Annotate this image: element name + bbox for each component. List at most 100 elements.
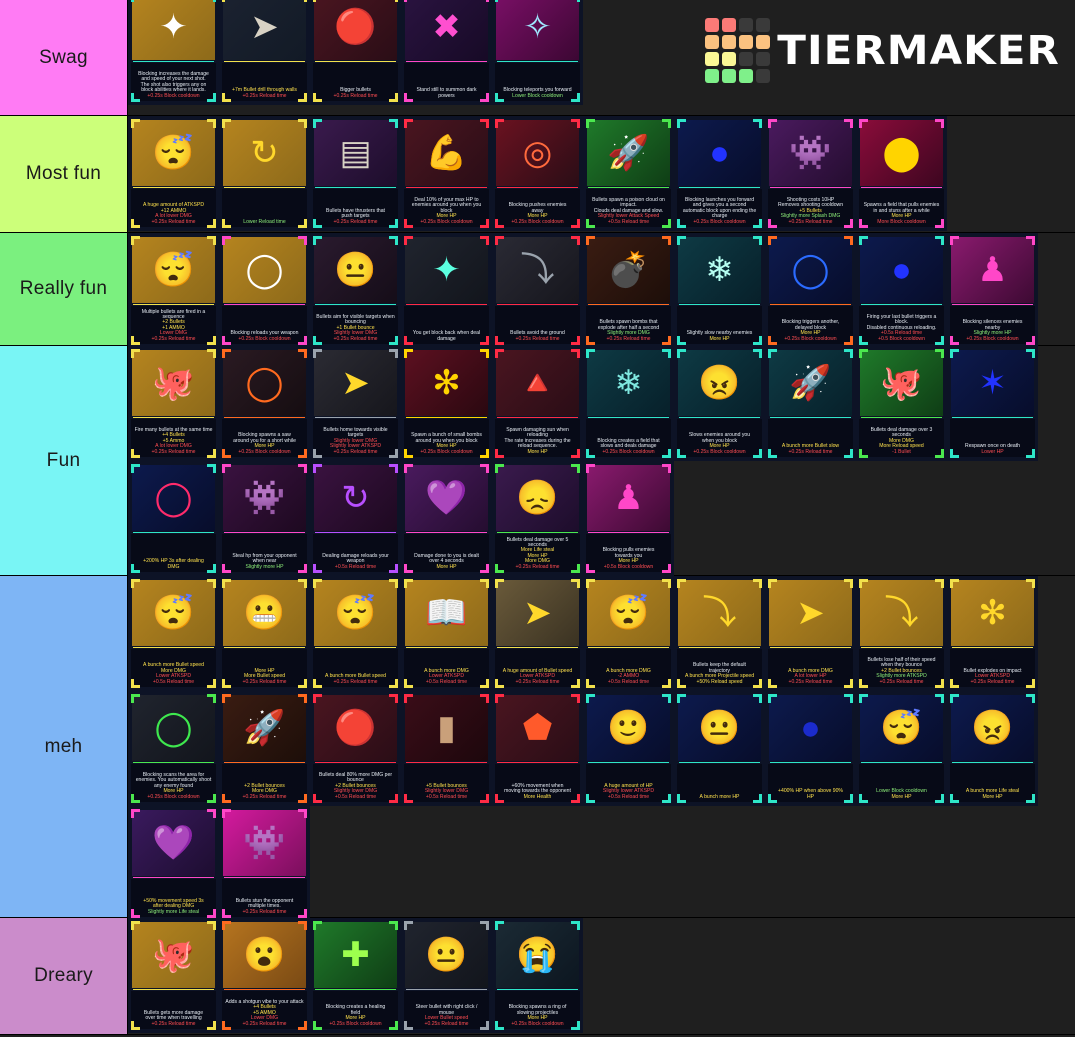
tier-item-card[interactable]: PERSEVERENCE●+400% HP when above 90%HP [765,691,856,806]
tier-item-card[interactable]: RELOAD BLOCK◯Blocking reloads your weapo… [219,233,310,348]
tier-item-card[interactable]: SUPERNOVA⬤Spawns a field that pulls enem… [856,116,947,231]
tier-item-card[interactable]: TELEPORT✧Blocking teleports you forwardL… [492,0,583,105]
tier-item-card[interactable]: FAST FORWARD⤵Bullets keep the defaulttra… [674,576,765,691]
tier-item-card[interactable]: BUCKSHOT😮Adds a shotgun vibe to your att… [219,918,310,1033]
tier-item-card[interactable]: HOMING➤Bullets home towards visibletarge… [310,346,401,461]
card-divider [679,417,760,418]
tier-item-card[interactable]: THICK😐A bunch more HP [674,691,765,806]
logo-cell-11 [755,52,770,66]
card-art-icon: ◯ [154,709,193,747]
card-artwork: ✖ [405,0,488,60]
tier-cards-area[interactable]: SPRAY😴A huge amount of ATKSPD+12 AMMOA l… [128,116,1075,232]
tier-item-card[interactable]: DEMONIC PACT👾Shooting costs 10HPRemoves … [765,116,856,231]
tier-item-card[interactable]: RICOCHET⤵Bullets lose half of their spee… [856,576,947,691]
tier-item-card[interactable]: THRUSTER▤Bullets have thrusters thatpush… [310,116,401,231]
card-art-icon: ◯ [245,251,284,289]
tier-item-card[interactable]: SLOW RING😭Blocking spawns a ring ofslowi… [492,918,583,1033]
card-artwork: 🚀 [223,695,306,761]
tier-item-card[interactable]: OVERHEAL◯+200% HP 3s after dealingDMG [128,461,219,576]
tier-item-card[interactable]: TOUGH😬More HPMore Bullet speed+0.25s Rel… [219,576,310,691]
tier-item-card[interactable]: HEAVY😴A bunch more DMG-2 AMMO+0.5s Reloa… [583,576,674,691]
tier-row: Really funBURST😴Multiple bullets are fir… [0,233,1075,348]
tier-item-card[interactable]: SPRAY😴A huge amount of ATKSPD+12 AMMOA l… [128,116,219,231]
card-divider [497,61,578,62]
tier-item-card[interactable]: HEALING FIELD✚Blocking creates a healing… [310,918,401,1033]
tier-item-card[interactable]: RICOCHET DMG🔴Bullets deal 80% more DMG p… [310,691,401,806]
tier-item-card[interactable]: VAMPIRE👾Steal hp from your opponentwhen … [219,461,310,576]
tier-item-card[interactable]: GRAVITY⤵Bullets avoid the ground+0.25s R… [492,233,583,348]
tier-item-card[interactable]: LAST BLOCK●Firing your last bullet trigg… [856,233,947,348]
tier-item-card[interactable]: LIFE STEAL😠A bunch more Life stealMore H… [947,691,1038,806]
card-description-line: +0.5s Reload time [607,218,650,225]
tier-item-card[interactable]: SILENCE♟Blocking silences enemiesnearbyS… [947,233,1038,348]
tier-item-card[interactable]: SNIPER➤A huge amount of Bullet speedLowe… [492,576,583,691]
tier-item-card[interactable]: COLD BULLETS🚀A bunch more Bullet slow+0.… [765,346,856,461]
tier-label-meh[interactable]: meh [0,576,128,917]
tier-item-card[interactable]: PHOENIX✶Respawn once on deathLower HP [947,346,1038,461]
card-description: Blocking triggers another, delayed block M… [768,306,853,344]
tier-item-card[interactable]: DRILL AMMO➤+7m Bullet drill through wall… [219,0,310,105]
card-description-line: +0.25s Reload time [515,563,560,570]
tier-item-card[interactable]: CAREFUL PLANNING📖A bunch more DMGLower A… [401,576,492,691]
tier-item-card[interactable]: DEFENDER😴Lower Block cooldownMore HP [856,691,947,806]
tier-item-card[interactable]: DELAY💜Damage done to you is dealtover 4 … [401,461,492,576]
tier-cards-area[interactable]: WIND UP😴A bunch more Bullet speedMore DM… [128,576,1075,921]
tier-item-card[interactable]: GLASS CANNON➤A bunch more DMGA lot lower… [765,576,856,691]
card-artwork: ⬤ [860,120,943,186]
tier-item-card[interactable]: BIG BULLET🔴Bigger bullets+0.25s Reload t… [310,0,401,105]
tier-item-card[interactable]: QUICK SHOT😴A bunch more Bullet speed+0.2… [310,576,401,691]
tier-cards-area[interactable]: GROW🐙Bullets gets more damageover time w… [128,918,1075,1034]
tier-item-card[interactable]: BOMBS💣Bullets spawn bombs thatexplode af… [583,233,674,348]
tier-item-card[interactable]: REFRESH✦You get block back when dealdama… [401,233,492,348]
tier-item-card[interactable]: FREEZE❄Slightly slow nearby enemiesMore … [674,233,765,348]
tier-item-card[interactable]: RECHARGE↻Dealing damage reloads yourweap… [310,461,401,576]
tier-label-swag[interactable]: Swag [0,0,128,115]
tier-item-card[interactable]: SHOTGUN🐙Fire many bullets at the same ti… [128,346,219,461]
tier-label-dreary[interactable]: Dreary [0,918,128,1034]
tier-cards-area[interactable]: SHOTGUN🐙Fire many bullets at the same ti… [128,346,1075,576]
card-description-line: powers [438,92,455,99]
tier-label-most-fun[interactable]: Most fun [0,116,128,232]
tier-item-card[interactable]: BLACK HOLE♟Blocking pulls enemiestowards… [583,461,674,576]
tier-item-card[interactable]: SPEEDY⬟+60% movement whenmoving towards … [492,691,583,806]
card-divider [406,304,487,305]
card-description-line: +0.25s Reload time [242,1020,287,1027]
card-artwork: ◎ [496,120,579,186]
tier-item-card[interactable]: TURRET SCAN◯Blocking scans the area fore… [128,691,219,806]
tier-label-fun[interactable]: Fun [0,346,128,575]
tier-item-card[interactable]: MANY PACES▮+5 Bullet bouncesSlightly low… [401,691,492,806]
tier-item-card[interactable]: LEECH😞Bullets deal damage over 5 seconds… [492,461,583,576]
tier-item-card[interactable]: DOUBLE BLOCK◯Blocking triggers another,d… [765,233,856,348]
tier-item-card[interactable]: SAW BLADE◯Blocking spawns a sawaround yo… [219,346,310,461]
tier-item-card[interactable]: TARGET BOUNCE😐Bullets aim for visible ta… [310,233,401,348]
tier-item-card[interactable]: SHOCKWAVE◎Blocking pushes enemiesawayMor… [492,116,583,231]
tier-item-card[interactable]: HASTE OF BLOOD💜+50% movement speed 3saft… [128,806,219,921]
tier-item-card[interactable]: WIND UP😴A bunch more Bullet speedMore DM… [128,576,219,691]
tier-item-card[interactable]: TANK🙂A huge amount of HPSlightly lower A… [583,691,674,806]
card-artwork: ⤵ [860,580,943,646]
tier-item-card[interactable]: FROST FIELD❄Blocking creates a field tha… [583,346,674,461]
tier-item-card[interactable]: DAZZLE👾Bullets stun the opponentmultiple… [219,806,310,921]
tier-item-card[interactable]: OVERPOWER💪Deal 10% of your max HP toenem… [401,116,492,231]
tier-item-card[interactable]: BURST😴Multiple bullets are fired in a se… [128,233,219,348]
card-description-line: +0.25s Reload time [151,1020,196,1027]
tier-label-really-fun[interactable]: Really fun [0,233,128,345]
tier-item-card[interactable]: LAST STAND✦Blocking increases the damage… [128,0,219,105]
tier-item-card[interactable]: POISON🐙Bullets deal damage over 3seconds… [856,346,947,461]
tier-item-card[interactable]: TOXIC CLOUD🚀Bullets spawn a poison cloud… [583,116,674,231]
tier-item-card[interactable]: BOMBARDMENT✻Spawn a bunch of small bombs… [401,346,492,461]
card-artwork: 🚀 [769,350,852,416]
tier-item-card[interactable]: SUN BEAM🔺Spawn damaging sun whenreloadin… [492,346,583,461]
tier-item-card[interactable]: GROW🐙Bullets gets more damageover time w… [128,918,219,1033]
tier-cards-area[interactable]: BURST😴Multiple bullets are fired in a se… [128,233,1075,348]
tier-item-card[interactable]: COUNTDOWN✖Stand still to summon darkpowe… [401,0,492,105]
tier-item-card[interactable]: EXPLOSIVE✻Bullet explodes on impactLower… [947,576,1038,691]
card-description: Blocking pulls enemies towards you More HP… [586,534,671,572]
tier-item-card[interactable]: QUICK RELOAD 2↻Lower Reload time [219,116,310,231]
tier-item-card[interactable]: BOUNCE🚀+2 Bullet bouncesMore DMG+0.25s R… [219,691,310,806]
card-description: Bullets have thrusters that push targets +… [313,189,398,227]
card-divider [133,304,214,305]
tier-item-card[interactable]: REMOTE😐Steer bullet with right click /mo… [401,918,492,1033]
tier-item-card[interactable]: FROST GLARE😠Slows enemies around youwhen… [674,346,765,461]
tier-item-card[interactable]: SHIELD CHARGE●Blocking launches you forw… [674,116,765,231]
